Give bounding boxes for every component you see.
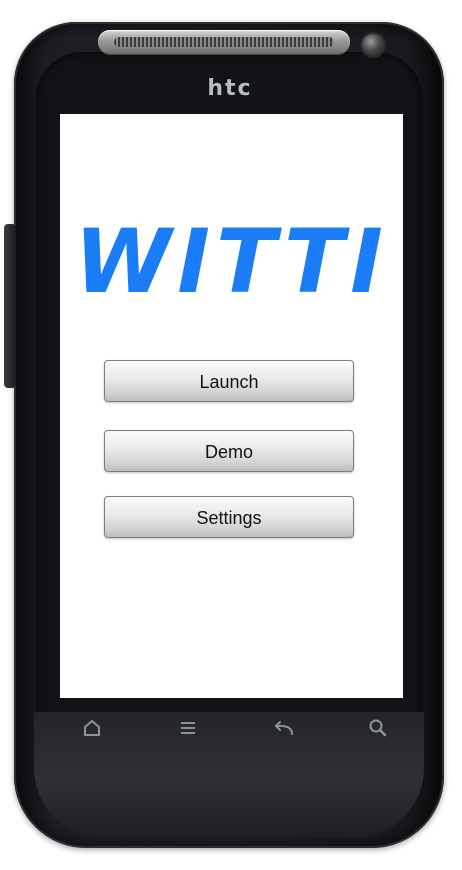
speaker-mesh	[114, 37, 334, 47]
settings-button-label: Settings	[196, 508, 262, 528]
back-icon	[275, 721, 293, 735]
demo-button[interactable]: Demo	[104, 430, 354, 472]
home-key[interactable]	[70, 706, 114, 750]
brand-logo: htc	[207, 76, 253, 101]
back-key[interactable]	[262, 706, 306, 750]
launch-button-label: Launch	[199, 372, 259, 392]
launch-button[interactable]: Launch	[104, 360, 354, 402]
app-title: WITTI	[74, 210, 389, 313]
settings-button[interactable]: Settings	[104, 496, 354, 538]
search-key[interactable]	[356, 706, 400, 750]
screen: WITTI Launch Demo Settings	[60, 114, 403, 698]
demo-button-label: Demo	[204, 442, 253, 462]
menu-icon	[181, 722, 195, 734]
volume-rocker[interactable]	[4, 224, 16, 388]
stage: htc WITTI Launch Demo Settings	[0, 0, 462, 870]
front-camera	[362, 34, 384, 56]
menu-key[interactable]	[166, 706, 210, 750]
search-icon	[369, 719, 387, 737]
earpiece-speaker	[98, 30, 350, 54]
home-icon	[84, 720, 100, 736]
